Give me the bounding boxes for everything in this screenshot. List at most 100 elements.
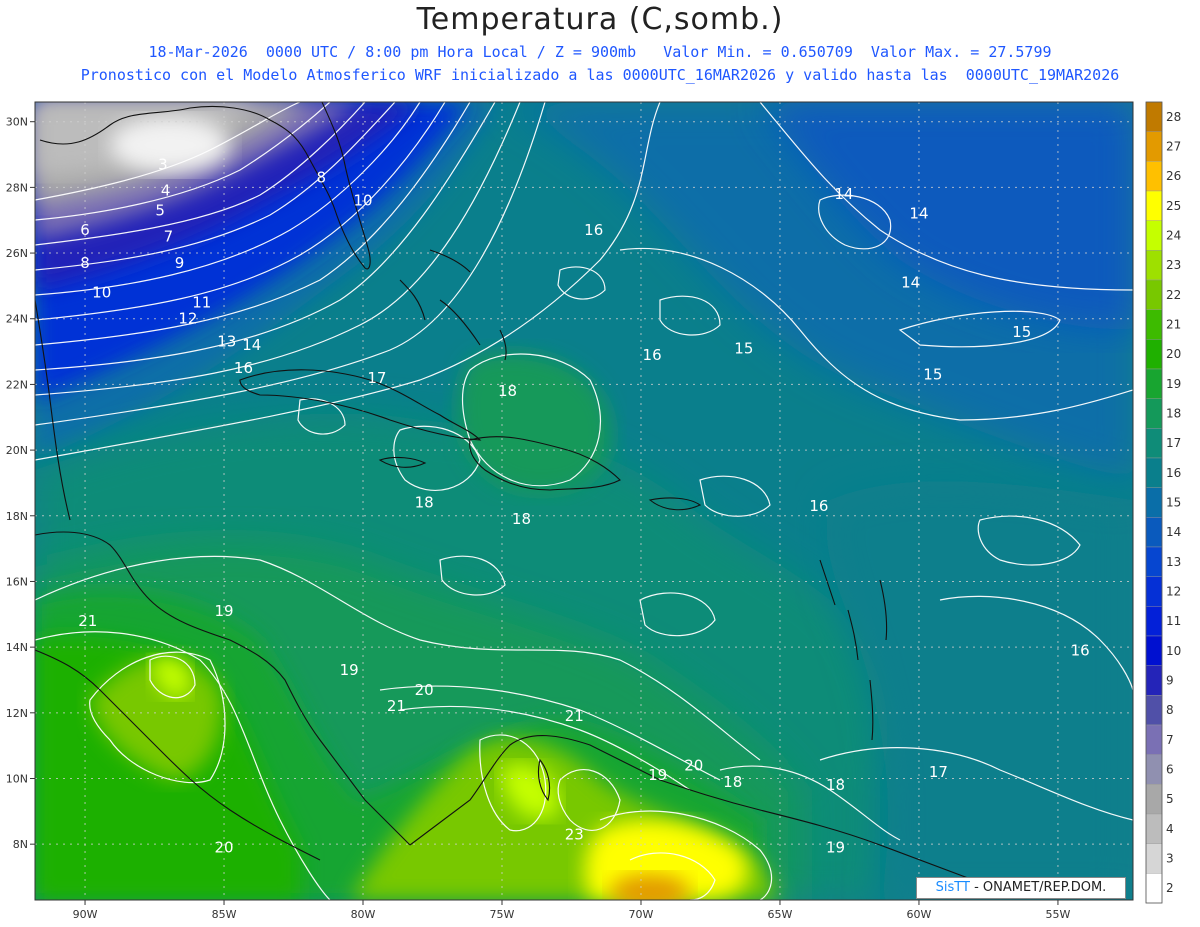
colorbar-swatch (1145, 813, 1163, 844)
lon-label: 85W (212, 908, 237, 921)
contour-label: 23 (565, 825, 584, 843)
contour-label: 4 (161, 182, 171, 200)
colorbar-label: 9 (1166, 674, 1174, 688)
contour-label: 12 (178, 310, 197, 328)
lon-label: 65W (768, 908, 793, 921)
colorbar-swatch (1145, 843, 1163, 874)
contour-label: 11 (192, 293, 211, 311)
colorbar-label: 14 (1166, 525, 1181, 539)
colorbar-label: 22 (1166, 288, 1181, 302)
colorbar-swatch (1145, 101, 1163, 132)
contour-label: 21 (78, 612, 97, 630)
colorbar-label: 27 (1166, 140, 1181, 154)
colorbar-swatch (1145, 784, 1163, 815)
colorbar-label: 21 (1166, 318, 1181, 332)
lat-label: 12N (6, 707, 28, 720)
contour-label: 14 (901, 274, 920, 292)
colorbar-label: 11 (1166, 614, 1181, 628)
colorbar-swatch (1145, 695, 1163, 726)
colorbar-swatch (1145, 606, 1163, 637)
lat-label: 22N (6, 378, 28, 391)
colorbar-label: 13 (1166, 555, 1181, 569)
contour-label: 19 (648, 766, 667, 784)
credit-box: SisTT - ONAMET/REP.DOM. (916, 877, 1126, 899)
lon-label: 70W (629, 908, 654, 921)
lat-label: 20N (6, 444, 28, 457)
contour-label: 17 (929, 763, 948, 781)
colorbar-label: 16 (1166, 466, 1181, 480)
colorbar-swatch (1145, 309, 1163, 340)
lon-label: 90W (73, 908, 98, 921)
contour-label: 16 (234, 359, 253, 377)
colorbar-swatch (1145, 635, 1163, 666)
contour-label: 13 (217, 333, 236, 351)
contour-label: 21 (387, 697, 406, 715)
colorbar-swatch (1145, 398, 1163, 429)
colorbar-label: 18 (1166, 407, 1181, 421)
contour-label: 21 (565, 707, 584, 725)
contour-label: 14 (834, 185, 853, 203)
contour-label: 18 (415, 494, 434, 512)
colorbar-swatch (1145, 873, 1163, 904)
contour-label: 15 (923, 366, 942, 384)
contour-label: 16 (643, 346, 662, 364)
colorbar-label: 2 (1166, 881, 1174, 895)
lon-label: 75W (490, 908, 515, 921)
contour-label: 5 (155, 201, 165, 219)
contour-label: 14 (242, 336, 261, 354)
contour-label: 16 (584, 221, 603, 239)
colorbar-swatch (1145, 368, 1163, 399)
colorbar-swatch (1145, 428, 1163, 459)
colorbar-swatch (1145, 665, 1163, 696)
colorbar-swatch (1145, 190, 1163, 221)
colorbar-swatch (1145, 576, 1163, 607)
colorbar-swatch (1145, 339, 1163, 370)
contour-label: 15 (734, 339, 753, 357)
colorbar-label: 23 (1166, 258, 1181, 272)
colorbar-label: 17 (1166, 436, 1181, 450)
contour-label: 17 (367, 369, 386, 387)
contour-label: 19 (340, 661, 359, 679)
lat-label: 8N (13, 838, 28, 851)
lat-label: 26N (6, 247, 28, 260)
contour-label: 18 (498, 382, 517, 400)
colorbar-swatch (1145, 457, 1163, 488)
colorbar-label: 15 (1166, 496, 1181, 510)
lon-label: 60W (907, 908, 932, 921)
contour-label: 20 (684, 756, 703, 774)
contour-label: 14 (909, 205, 928, 223)
contour-label: 3 (158, 155, 168, 173)
lat-label: 18N (6, 510, 28, 523)
temperature-map: 3456 78 910111213 1416178101614141415151516… (6, 101, 1181, 921)
colorbar-label: 24 (1166, 229, 1181, 243)
colorbar-label: 12 (1166, 585, 1181, 599)
lon-label: 55W (1046, 908, 1071, 921)
contour-label: 18 (723, 773, 742, 791)
colorbar-label: 25 (1166, 199, 1181, 213)
colorbar-label: 6 (1166, 763, 1174, 777)
contour-label: 19 (826, 838, 845, 856)
contour-label: 20 (214, 838, 233, 856)
lat-label: 24N (6, 313, 28, 326)
colorbar-label: 3 (1166, 852, 1174, 866)
lat-label: 14N (6, 641, 28, 654)
contour-label: 19 (214, 602, 233, 620)
colorbar-swatch (1145, 487, 1163, 518)
colorbar-swatch (1145, 250, 1163, 281)
colorbar-label: 5 (1166, 792, 1174, 806)
colorbar-swatch (1145, 279, 1163, 310)
colorbar-label: 26 (1166, 169, 1181, 183)
colorbar-label: 8 (1166, 703, 1174, 717)
colorbar-label: 10 (1166, 644, 1181, 658)
contour-label: 10 (92, 283, 111, 301)
contour-label: 6 (80, 221, 90, 239)
colorbar-swatch (1145, 754, 1163, 785)
credit-text: - ONAMET/REP.DOM. (969, 880, 1107, 895)
colorbar-swatch (1145, 546, 1163, 577)
contour-label: 8 (317, 169, 327, 187)
colorbar-swatch (1145, 220, 1163, 251)
colorbar-label: 19 (1166, 377, 1181, 391)
lon-label: 80W (351, 908, 376, 921)
contour-label: 18 (512, 510, 531, 528)
contour-label: 18 (826, 776, 845, 794)
